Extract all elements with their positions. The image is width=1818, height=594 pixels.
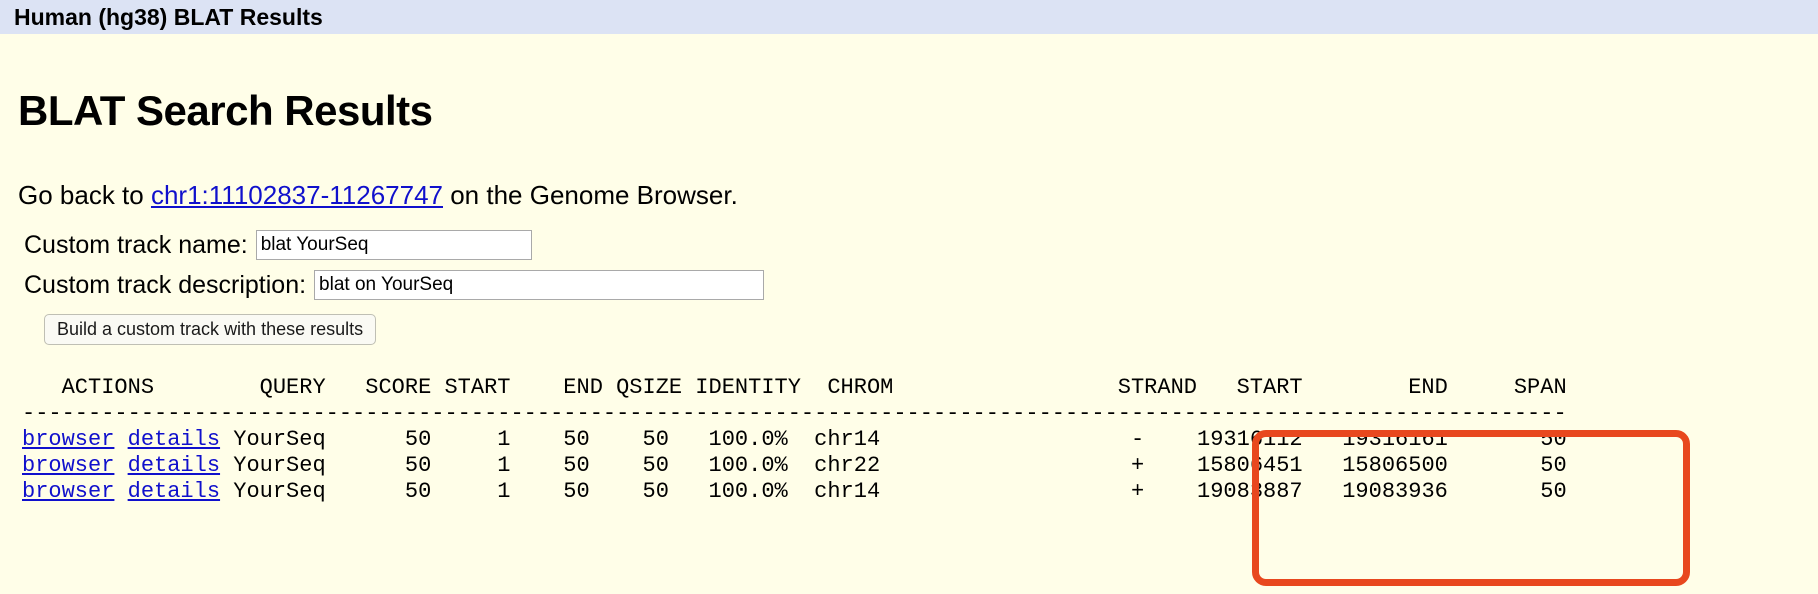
build-custom-track-button[interactable]: Build a custom track with these results [44, 314, 377, 345]
blat-results-table: ACTIONS QUERY SCORE START END QSIZE IDEN… [18, 375, 1818, 505]
track-name-label: Custom track name: [24, 230, 248, 259]
track-name-input[interactable] [255, 230, 532, 260]
genome-browser-position-link[interactable]: chr1:11102837-11267747 [151, 180, 443, 210]
page-titlebar: Human (hg38) BLAT Results [0, 0, 1818, 34]
row-0-values: YourSeq 50 1 50 50 100.0% chr14 - 193161… [220, 427, 1567, 452]
row-1-details-link[interactable]: details [128, 453, 220, 478]
go-back-prefix: Go back to [18, 180, 151, 210]
table-row: browser details YourSeq 50 1 50 50 100.0… [22, 479, 1567, 504]
row-2-browser-link[interactable]: browser [22, 479, 114, 504]
table-row: browser details YourSeq 50 1 50 50 100.0… [22, 453, 1567, 478]
results-header-row: ACTIONS QUERY SCORE START END QSIZE IDEN… [22, 375, 1567, 400]
table-row: browser details YourSeq 50 1 50 50 100.0… [22, 427, 1567, 452]
results-separator: ----------------------------------------… [22, 401, 1567, 426]
row-1-values: YourSeq 50 1 50 50 100.0% chr22 + 158064… [220, 453, 1567, 478]
track-description-row: Custom track description: [18, 270, 1818, 300]
row-2-details-link[interactable]: details [128, 479, 220, 504]
row-2-values: YourSeq 50 1 50 50 100.0% chr14 + 190838… [220, 479, 1567, 504]
track-description-input[interactable] [314, 270, 765, 300]
go-back-suffix: on the Genome Browser. [443, 180, 738, 210]
row-0-browser-link[interactable]: browser [22, 427, 114, 452]
page-title: BLAT Search Results [18, 87, 433, 134]
page-body: BLAT Search Results Go back to chr1:1110… [0, 90, 1818, 505]
row-1-browser-link[interactable]: browser [22, 453, 114, 478]
track-description-label: Custom track description: [24, 270, 307, 299]
track-name-row: Custom track name: [18, 230, 1818, 260]
go-back-line: Go back to chr1:11102837-11267747 on the… [18, 182, 1818, 208]
titlebar-title: Human (hg38) BLAT Results [14, 3, 323, 30]
row-0-details-link[interactable]: details [128, 427, 220, 452]
